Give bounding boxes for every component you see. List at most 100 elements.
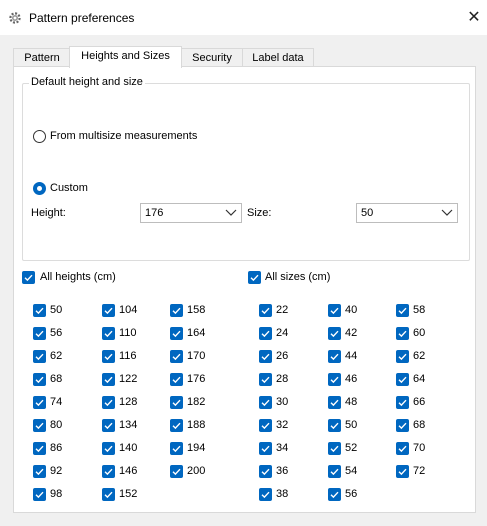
all-sizes-checkbox[interactable] bbox=[248, 271, 261, 284]
height-option-label[interactable]: 188 bbox=[187, 419, 205, 431]
height-option-label[interactable]: 86 bbox=[50, 442, 62, 454]
size-combo[interactable]: 50 bbox=[356, 203, 458, 223]
height-option-checkbox[interactable] bbox=[33, 304, 46, 317]
height-option-label[interactable]: 62 bbox=[50, 350, 62, 362]
tab-label-data[interactable]: Label data bbox=[242, 48, 314, 67]
height-option-checkbox[interactable] bbox=[170, 396, 183, 409]
height-option-checkbox[interactable] bbox=[33, 373, 46, 386]
height-option-checkbox[interactable] bbox=[170, 373, 183, 386]
height-option-checkbox[interactable] bbox=[33, 419, 46, 432]
size-option-checkbox[interactable] bbox=[259, 396, 272, 409]
size-option-checkbox[interactable] bbox=[259, 419, 272, 432]
all-heights-label[interactable]: All heights (cm) bbox=[40, 271, 116, 283]
height-option-label[interactable]: 110 bbox=[119, 327, 137, 339]
size-option-checkbox[interactable] bbox=[259, 488, 272, 501]
height-option-checkbox[interactable] bbox=[33, 465, 46, 478]
height-option-label[interactable]: 56 bbox=[50, 327, 62, 339]
height-option-checkbox[interactable] bbox=[102, 327, 115, 340]
height-option-checkbox[interactable] bbox=[170, 419, 183, 432]
size-option-checkbox[interactable] bbox=[396, 419, 409, 432]
size-option-label[interactable]: 56 bbox=[345, 488, 357, 500]
height-option-checkbox[interactable] bbox=[33, 442, 46, 455]
size-option-label[interactable]: 64 bbox=[413, 373, 425, 385]
radio-custom-label[interactable]: Custom bbox=[50, 182, 88, 194]
height-option-label[interactable]: 92 bbox=[50, 465, 62, 477]
size-option-checkbox[interactable] bbox=[396, 350, 409, 363]
height-option-label[interactable]: 200 bbox=[187, 465, 205, 477]
size-option-checkbox[interactable] bbox=[259, 304, 272, 317]
height-option-label[interactable]: 140 bbox=[119, 442, 137, 454]
height-option-checkbox[interactable] bbox=[170, 442, 183, 455]
size-option-checkbox[interactable] bbox=[259, 465, 272, 478]
height-option-label[interactable]: 182 bbox=[187, 396, 205, 408]
all-sizes-label[interactable]: All sizes (cm) bbox=[265, 271, 330, 283]
size-option-label[interactable]: 68 bbox=[413, 419, 425, 431]
height-option-label[interactable]: 128 bbox=[119, 396, 137, 408]
size-option-checkbox[interactable] bbox=[328, 488, 341, 501]
size-option-label[interactable]: 22 bbox=[276, 304, 288, 316]
size-option-label[interactable]: 30 bbox=[276, 396, 288, 408]
height-option-checkbox[interactable] bbox=[102, 350, 115, 363]
height-option-checkbox[interactable] bbox=[170, 304, 183, 317]
height-option-checkbox[interactable] bbox=[33, 350, 46, 363]
size-option-label[interactable]: 66 bbox=[413, 396, 425, 408]
height-option-label[interactable]: 80 bbox=[50, 419, 62, 431]
height-option-label[interactable]: 164 bbox=[187, 327, 205, 339]
close-button[interactable]: ✕ bbox=[462, 7, 486, 29]
size-option-label[interactable]: 24 bbox=[276, 327, 288, 339]
height-option-label[interactable]: 134 bbox=[119, 419, 137, 431]
height-option-label[interactable]: 170 bbox=[187, 350, 205, 362]
height-option-label[interactable]: 152 bbox=[119, 488, 137, 500]
height-option-checkbox[interactable] bbox=[102, 419, 115, 432]
size-option-checkbox[interactable] bbox=[396, 327, 409, 340]
tab-security[interactable]: Security bbox=[180, 48, 244, 67]
size-option-checkbox[interactable] bbox=[328, 419, 341, 432]
size-option-checkbox[interactable] bbox=[396, 465, 409, 478]
size-option-label[interactable]: 32 bbox=[276, 419, 288, 431]
size-option-checkbox[interactable] bbox=[259, 442, 272, 455]
size-option-checkbox[interactable] bbox=[328, 465, 341, 478]
size-option-label[interactable]: 42 bbox=[345, 327, 357, 339]
size-option-checkbox[interactable] bbox=[328, 442, 341, 455]
all-heights-checkbox[interactable] bbox=[22, 271, 35, 284]
height-combo[interactable]: 176 bbox=[140, 203, 242, 223]
height-option-label[interactable]: 68 bbox=[50, 373, 62, 385]
height-option-label[interactable]: 98 bbox=[50, 488, 62, 500]
height-option-label[interactable]: 116 bbox=[119, 350, 137, 362]
size-option-label[interactable]: 38 bbox=[276, 488, 288, 500]
height-option-checkbox[interactable] bbox=[170, 327, 183, 340]
size-option-checkbox[interactable] bbox=[396, 304, 409, 317]
tab-pattern[interactable]: Pattern bbox=[13, 48, 71, 67]
height-option-label[interactable]: 194 bbox=[187, 442, 205, 454]
radio-custom[interactable] bbox=[33, 182, 46, 195]
size-option-checkbox[interactable] bbox=[328, 304, 341, 317]
height-option-checkbox[interactable] bbox=[170, 350, 183, 363]
size-option-label[interactable]: 34 bbox=[276, 442, 288, 454]
height-option-checkbox[interactable] bbox=[102, 465, 115, 478]
size-option-label[interactable]: 72 bbox=[413, 465, 425, 477]
size-option-label[interactable]: 52 bbox=[345, 442, 357, 454]
size-option-label[interactable]: 46 bbox=[345, 373, 357, 385]
size-option-label[interactable]: 62 bbox=[413, 350, 425, 362]
height-option-checkbox[interactable] bbox=[102, 488, 115, 501]
height-option-label[interactable]: 50 bbox=[50, 304, 62, 316]
height-option-checkbox[interactable] bbox=[33, 488, 46, 501]
tab-heights-and-sizes[interactable]: Heights and Sizes bbox=[69, 46, 182, 68]
size-option-checkbox[interactable] bbox=[259, 373, 272, 386]
size-option-label[interactable]: 48 bbox=[345, 396, 357, 408]
size-option-checkbox[interactable] bbox=[259, 327, 272, 340]
height-option-label[interactable]: 122 bbox=[119, 373, 137, 385]
size-option-label[interactable]: 60 bbox=[413, 327, 425, 339]
height-option-label[interactable]: 104 bbox=[119, 304, 137, 316]
size-option-checkbox[interactable] bbox=[328, 396, 341, 409]
size-option-checkbox[interactable] bbox=[396, 373, 409, 386]
height-option-checkbox[interactable] bbox=[102, 396, 115, 409]
height-option-label[interactable]: 146 bbox=[119, 465, 137, 477]
size-option-checkbox[interactable] bbox=[396, 442, 409, 455]
size-option-label[interactable]: 50 bbox=[345, 419, 357, 431]
size-option-label[interactable]: 40 bbox=[345, 304, 357, 316]
radio-multisize-label[interactable]: From multisize measurements bbox=[50, 130, 197, 142]
size-option-checkbox[interactable] bbox=[328, 350, 341, 363]
size-option-checkbox[interactable] bbox=[328, 327, 341, 340]
height-option-checkbox[interactable] bbox=[33, 396, 46, 409]
